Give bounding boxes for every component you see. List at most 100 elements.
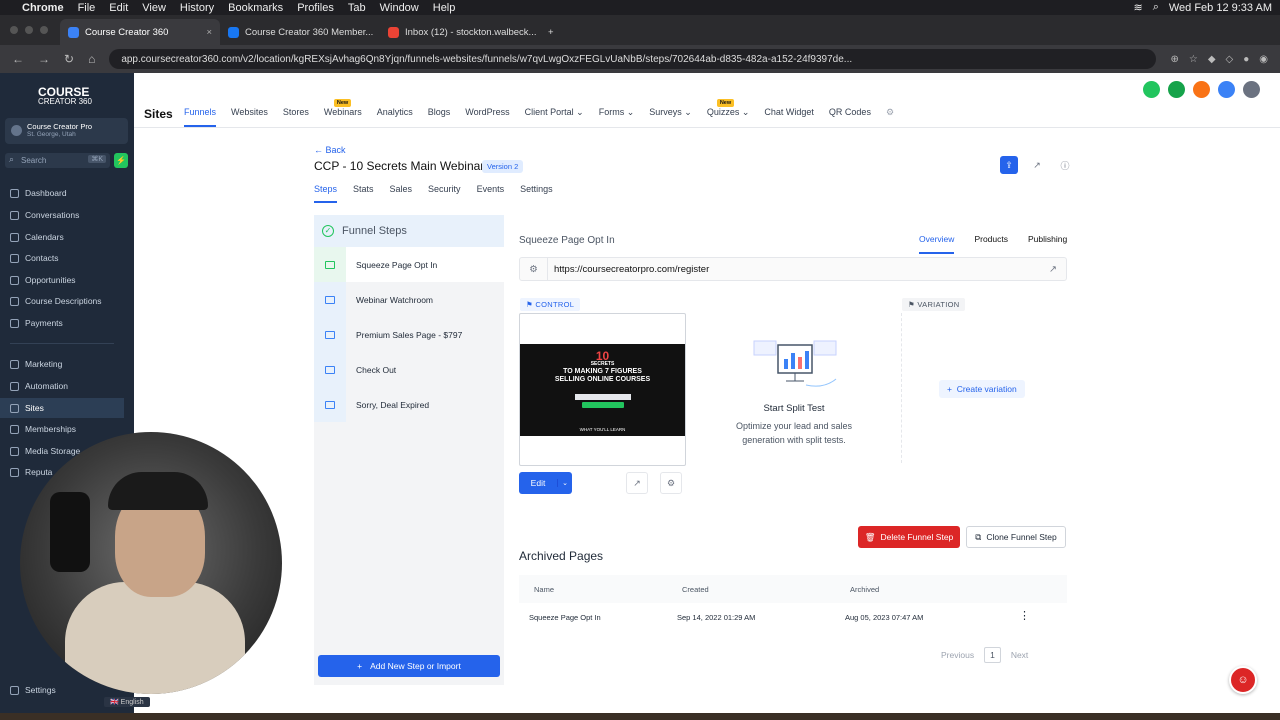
more-options-icon[interactable]: ⋮	[1019, 609, 1030, 622]
nav-blogs[interactable]: Blogs	[428, 107, 451, 127]
external-link-icon[interactable]: ↗	[1040, 264, 1066, 275]
nav-surveys[interactable]: Surveys ⌄	[649, 107, 692, 127]
sidebar-item-marketing[interactable]: Marketing	[0, 354, 124, 374]
tab-products[interactable]: Products	[974, 234, 1008, 254]
back-arrow-icon[interactable]: ←	[12, 52, 24, 66]
nav-webinars[interactable]: New Webinars	[324, 99, 362, 127]
chat-support-icon[interactable]: ☺	[1229, 666, 1257, 694]
browser-tab[interactable]: Course Creator 360 Member... ×	[220, 19, 380, 45]
extension-icon[interactable]: ◆	[1208, 54, 1216, 65]
create-variation-button[interactable]: + Create variation	[939, 380, 1025, 398]
sidebar-item-payments[interactable]: Payments	[0, 313, 124, 333]
nav-stores[interactable]: Stores	[283, 107, 309, 127]
gear-icon[interactable]: ⚙	[520, 257, 548, 281]
home-icon[interactable]: ⌂	[88, 52, 95, 66]
edit-button[interactable]: Edit ⌄	[519, 472, 572, 494]
nav-settings-gear-icon[interactable]: ⚙	[886, 107, 894, 127]
tab-publishing[interactable]: Publishing	[1028, 234, 1067, 254]
profile-avatar[interactable]: ◉	[1259, 54, 1268, 65]
funnel-step[interactable]: Squeeze Page Opt In	[314, 247, 504, 282]
tab-events[interactable]: Events	[477, 184, 505, 203]
tab-steps[interactable]: Steps	[314, 184, 338, 203]
extension-icon[interactable]: ●	[1243, 54, 1249, 65]
menu-window[interactable]: Window	[380, 2, 419, 14]
clone-funnel-step-button[interactable]: ⧉ Clone Funnel Step	[966, 526, 1066, 548]
menu-history[interactable]: History	[180, 2, 214, 14]
tab-settings[interactable]: Settings	[520, 184, 553, 203]
sidebar-item-contacts[interactable]: Contacts	[0, 248, 124, 268]
tab-security[interactable]: Security	[428, 184, 461, 203]
nav-forms[interactable]: Forms ⌄	[599, 107, 635, 127]
nav-client-portal[interactable]: Client Portal ⌄	[525, 107, 584, 127]
page-number[interactable]: 1	[984, 647, 1001, 663]
delete-funnel-step-button[interactable]: 🗑 Delete Funnel Step	[858, 526, 960, 548]
nav-websites[interactable]: Websites	[231, 107, 268, 127]
step-url-field[interactable]: ⚙ https://coursecreatorpro.com/register …	[519, 257, 1067, 281]
nav-wordpress[interactable]: WordPress	[465, 107, 509, 127]
app-logo[interactable]: COURSE CREATOR 360	[38, 86, 92, 107]
funnel-step[interactable]: Webinar Watchroom	[314, 282, 504, 317]
close-tab-icon[interactable]: ×	[206, 27, 212, 38]
zoom-icon[interactable]: ⊕	[1170, 54, 1178, 65]
nav-qr-codes[interactable]: QR Codes	[829, 107, 871, 127]
menu-datetime[interactable]: Wed Feb 12 9:33 AM	[1169, 2, 1272, 14]
settings-gear-icon[interactable]: ⚙	[660, 472, 682, 494]
sidebar-item-course-descriptions[interactable]: Course Descriptions	[0, 291, 124, 311]
chevron-down-icon[interactable]: ⌄	[557, 479, 572, 487]
next-page-button[interactable]: Next	[1011, 650, 1028, 660]
share-icon[interactable]: ⇪	[1000, 156, 1018, 174]
nav-quizzes[interactable]: New Quizzes ⌄	[707, 99, 749, 127]
menu-app-name[interactable]: Chrome	[22, 2, 64, 14]
browser-tab[interactable]: Course Creator 360 ×	[60, 19, 220, 45]
new-tab-button[interactable]: +	[540, 19, 564, 45]
wifi-icon[interactable]: ≋	[1133, 1, 1142, 14]
menu-profiles[interactable]: Profiles	[297, 2, 334, 14]
menu-edit[interactable]: Edit	[109, 2, 128, 14]
table-row[interactable]: Squeeze Page Opt In Sep 14, 2022 01:29 A…	[519, 603, 1067, 633]
sidebar-item-automation[interactable]: Automation	[0, 376, 124, 396]
sidebar-item-opportunities[interactable]: Opportunities	[0, 270, 124, 290]
back-link[interactable]: ← Back	[314, 145, 346, 155]
account-switcher[interactable]: Course Creator Pro St. George, Utah	[5, 118, 128, 144]
quick-action-bolt-icon[interactable]: ⚡	[114, 153, 128, 168]
external-link-icon[interactable]: ↗	[1028, 156, 1046, 174]
user-avatar[interactable]	[1243, 81, 1260, 98]
previous-page-button[interactable]: Previous	[941, 650, 974, 660]
menu-bookmarks[interactable]: Bookmarks	[228, 2, 283, 14]
nav-chat-widget[interactable]: Chat Widget	[764, 107, 814, 127]
sidebar-item-calendars[interactable]: Calendars	[0, 227, 124, 247]
notification-bell-icon[interactable]	[1193, 81, 1210, 98]
nav-funnels[interactable]: Funnels	[184, 107, 217, 127]
window-controls[interactable]	[10, 26, 48, 34]
help-icon[interactable]	[1218, 81, 1235, 98]
sidebar-item-sites[interactable]: Sites	[0, 398, 124, 418]
language-selector[interactable]: 🇬🇧 English	[104, 697, 150, 707]
nav-analytics[interactable]: Analytics	[377, 107, 413, 127]
reload-icon[interactable]: ↻	[64, 52, 74, 66]
page-preview-thumbnail[interactable]: 10 SECRETS TO MAKING 7 FIGURES SELLING O…	[519, 313, 686, 466]
sidebar-item-conversations[interactable]: Conversations	[0, 205, 124, 225]
menu-view[interactable]: View	[142, 2, 166, 14]
funnel-step[interactable]: Sorry, Deal Expired	[314, 387, 504, 422]
funnel-step[interactable]: Check Out	[314, 352, 504, 387]
open-preview-external-icon[interactable]: ↗	[626, 472, 648, 494]
phone-icon[interactable]	[1143, 81, 1160, 98]
sidebar-item-memberships[interactable]: Memberships	[0, 419, 124, 439]
address-bar[interactable]: app.coursecreator360.com/v2/location/kgR…	[109, 49, 1157, 69]
menu-help[interactable]: Help	[433, 2, 456, 14]
info-icon[interactable]: ⓘ	[1056, 156, 1074, 174]
menu-tab[interactable]: Tab	[348, 2, 366, 14]
menu-file[interactable]: File	[78, 2, 96, 14]
tab-overview[interactable]: Overview	[919, 234, 955, 254]
browser-tab[interactable]: Inbox (12) - stockton.walbeck... ×	[380, 19, 540, 45]
tab-sales[interactable]: Sales	[390, 184, 413, 203]
search-input[interactable]: ⌕ Search ⌘K	[5, 153, 110, 168]
sidebar-item-dashboard[interactable]: Dashboard	[0, 183, 124, 203]
bookmark-star-icon[interactable]: ☆	[1189, 54, 1198, 65]
megaphone-icon[interactable]	[1168, 81, 1185, 98]
extension-icon[interactable]: ◇	[1226, 54, 1234, 65]
forward-arrow-icon[interactable]: →	[38, 52, 50, 66]
funnel-step[interactable]: Premium Sales Page - $797	[314, 317, 504, 352]
add-step-button[interactable]: + Add New Step or Import	[318, 655, 500, 677]
tab-stats[interactable]: Stats	[353, 184, 374, 203]
